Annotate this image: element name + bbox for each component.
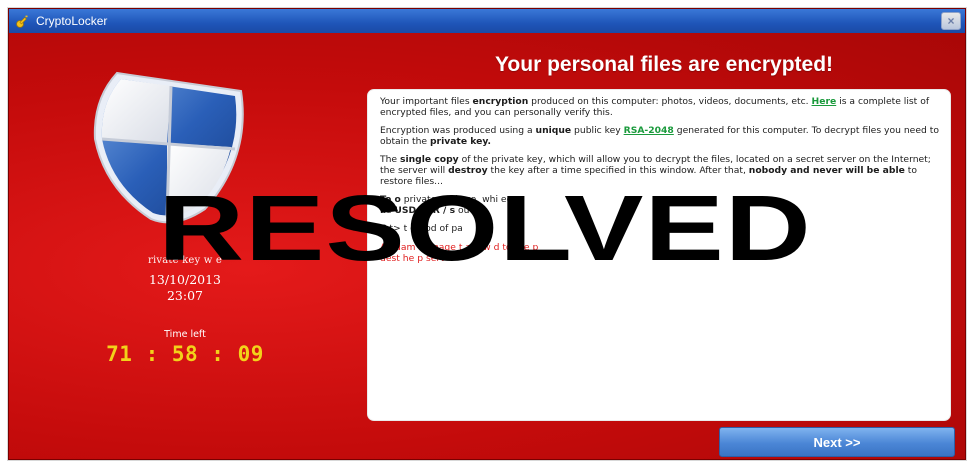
page-title: Your personal files are encrypted! [494, 53, 834, 76]
text: The [380, 154, 401, 166]
text-bold: encryption [472, 96, 529, 107]
text: Encryption was produced using a [380, 125, 536, 137]
text-bold: unique [535, 125, 572, 137]
title-bar[interactable]: CryptoLocker × [9, 9, 965, 33]
here-link[interactable]: Here [812, 96, 837, 107]
text: public key [571, 125, 624, 137]
resolved-stamp: RESOLVED [158, 175, 812, 280]
text-bold: private key. [429, 135, 491, 147]
text-bold: destroy [448, 164, 488, 176]
text: the key after a time specified in this w… [487, 164, 749, 176]
key-icon [15, 13, 31, 29]
message-paragraph-2: Encryption was produced using a unique p… [380, 125, 940, 147]
deadline-time: 23:07 [166, 288, 204, 303]
text-bold: nobody and never will be able [748, 164, 905, 176]
countdown-timer: 71 : 58 : 09 [106, 342, 264, 366]
next-button[interactable]: Next >> [719, 427, 955, 457]
close-button[interactable]: × [941, 12, 961, 30]
text-bold: single copy [400, 154, 459, 166]
rsa-2048-link[interactable]: RSA-2048 [624, 125, 674, 136]
time-left-label: Time left [164, 329, 206, 340]
window-title: CryptoLocker [36, 14, 108, 28]
text: Your important files [380, 96, 473, 107]
close-icon: × [947, 14, 955, 28]
message-paragraph-1: Your important files encryption produced… [380, 96, 940, 118]
text: produced on this computer: photos, video… [528, 96, 812, 107]
